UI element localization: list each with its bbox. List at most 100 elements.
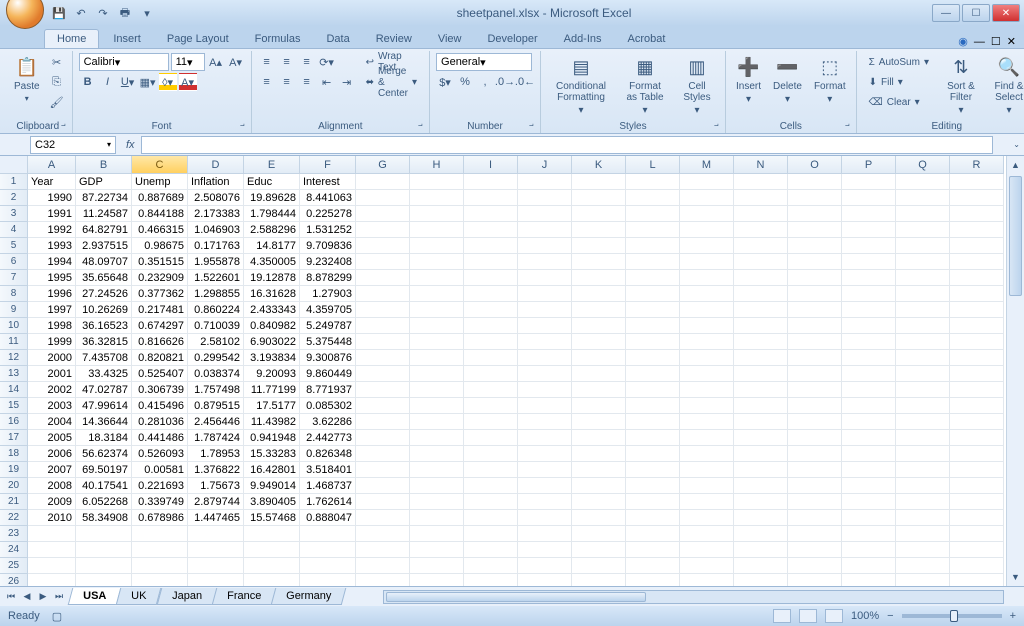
cell-M9[interactable] — [680, 302, 734, 318]
cell-O26[interactable] — [788, 574, 842, 586]
cell-I21[interactable] — [464, 494, 518, 510]
cell-H8[interactable] — [410, 286, 464, 302]
cell-F20[interactable]: 1.468737 — [300, 478, 356, 494]
cell-D1[interactable]: Inflation — [188, 174, 244, 190]
cell-F12[interactable]: 9.300876 — [300, 350, 356, 366]
cell-C10[interactable]: 0.674297 — [132, 318, 188, 334]
autosum-button[interactable]: Σ AutoSum ▾ — [863, 53, 935, 71]
cell-F18[interactable]: 0.826348 — [300, 446, 356, 462]
scroll-up-icon[interactable]: ▲ — [1007, 156, 1024, 174]
cell-A4[interactable]: 1992 — [28, 222, 76, 238]
cell-A10[interactable]: 1998 — [28, 318, 76, 334]
cell-B8[interactable]: 27.24526 — [76, 286, 132, 302]
cell-Q1[interactable] — [896, 174, 950, 190]
cell-L2[interactable] — [626, 190, 680, 206]
cell-I6[interactable] — [464, 254, 518, 270]
cell-D25[interactable] — [188, 558, 244, 574]
cell-B3[interactable]: 11.24587 — [76, 206, 132, 222]
cell-R4[interactable] — [950, 222, 1004, 238]
cell-F15[interactable]: 0.085302 — [300, 398, 356, 414]
cell-A16[interactable]: 2004 — [28, 414, 76, 430]
cell-K24[interactable] — [572, 542, 626, 558]
cell-N12[interactable] — [734, 350, 788, 366]
cell-H6[interactable] — [410, 254, 464, 270]
tab-data[interactable]: Data — [314, 30, 361, 48]
italic-button[interactable]: I — [99, 73, 117, 91]
cell-K22[interactable] — [572, 510, 626, 526]
format-painter-icon[interactable]: 🖌 — [48, 93, 66, 111]
cell-A20[interactable]: 2008 — [28, 478, 76, 494]
cell-M2[interactable] — [680, 190, 734, 206]
cell-P9[interactable] — [842, 302, 896, 318]
cell-N18[interactable] — [734, 446, 788, 462]
office-button[interactable] — [6, 0, 44, 29]
cell-Q19[interactable] — [896, 462, 950, 478]
cell-H25[interactable] — [410, 558, 464, 574]
cell-C11[interactable]: 0.816626 — [132, 334, 188, 350]
cell-N19[interactable] — [734, 462, 788, 478]
cell-C9[interactable]: 0.217481 — [132, 302, 188, 318]
cell-O11[interactable] — [788, 334, 842, 350]
cell-P4[interactable] — [842, 222, 896, 238]
cell-L23[interactable] — [626, 526, 680, 542]
cell-P7[interactable] — [842, 270, 896, 286]
ribbon-minimize-button[interactable]: — — [974, 36, 985, 48]
maximize-button[interactable]: ☐ — [962, 4, 990, 22]
cell-E7[interactable]: 19.12878 — [244, 270, 300, 286]
merge-center-button[interactable]: ⬌Merge & Center ▾ — [360, 73, 423, 91]
cell-L6[interactable] — [626, 254, 680, 270]
cell-R19[interactable] — [950, 462, 1004, 478]
cell-M4[interactable] — [680, 222, 734, 238]
cell-E3[interactable]: 1.798444 — [244, 206, 300, 222]
cell-I17[interactable] — [464, 430, 518, 446]
cell-A5[interactable]: 1993 — [28, 238, 76, 254]
cell-E14[interactable]: 11.77199 — [244, 382, 300, 398]
row-header-1[interactable]: 1 — [0, 174, 28, 190]
cell-O9[interactable] — [788, 302, 842, 318]
cell-R14[interactable] — [950, 382, 1004, 398]
cell-B18[interactable]: 56.62374 — [76, 446, 132, 462]
cell-I13[interactable] — [464, 366, 518, 382]
cell-N21[interactable] — [734, 494, 788, 510]
sheet-tab-germany[interactable]: Germany — [270, 588, 346, 605]
decrease-indent-icon[interactable]: ⇤ — [318, 73, 336, 91]
cell-L21[interactable] — [626, 494, 680, 510]
tab-view[interactable]: View — [426, 30, 474, 48]
cell-D12[interactable]: 0.299542 — [188, 350, 244, 366]
cell-D26[interactable] — [188, 574, 244, 586]
col-header-F[interactable]: F — [300, 156, 356, 174]
cell-F4[interactable]: 1.531252 — [300, 222, 356, 238]
cell-M20[interactable] — [680, 478, 734, 494]
row-header-13[interactable]: 13 — [0, 366, 28, 382]
sheet-tab-japan[interactable]: Japan — [156, 588, 217, 605]
cell-E22[interactable]: 15.57468 — [244, 510, 300, 526]
cell-C1[interactable]: Unemp — [132, 174, 188, 190]
cell-D7[interactable]: 1.522601 — [188, 270, 244, 286]
cell-K7[interactable] — [572, 270, 626, 286]
cell-I5[interactable] — [464, 238, 518, 254]
cell-D14[interactable]: 1.757498 — [188, 382, 244, 398]
cell-Q14[interactable] — [896, 382, 950, 398]
cell-I3[interactable] — [464, 206, 518, 222]
cell-K14[interactable] — [572, 382, 626, 398]
cell-P17[interactable] — [842, 430, 896, 446]
cell-E18[interactable]: 15.33283 — [244, 446, 300, 462]
cell-A24[interactable] — [28, 542, 76, 558]
cell-Q18[interactable] — [896, 446, 950, 462]
cell-F10[interactable]: 5.249787 — [300, 318, 356, 334]
cell-P18[interactable] — [842, 446, 896, 462]
cell-M14[interactable] — [680, 382, 734, 398]
cell-G18[interactable] — [356, 446, 410, 462]
row-header-21[interactable]: 21 — [0, 494, 28, 510]
cell-H9[interactable] — [410, 302, 464, 318]
cell-Q17[interactable] — [896, 430, 950, 446]
cell-G7[interactable] — [356, 270, 410, 286]
cell-M11[interactable] — [680, 334, 734, 350]
cell-G10[interactable] — [356, 318, 410, 334]
cell-C18[interactable]: 0.526093 — [132, 446, 188, 462]
cell-O7[interactable] — [788, 270, 842, 286]
cell-A13[interactable]: 2001 — [28, 366, 76, 382]
cell-P5[interactable] — [842, 238, 896, 254]
cell-P6[interactable] — [842, 254, 896, 270]
cell-C5[interactable]: 0.98675 — [132, 238, 188, 254]
